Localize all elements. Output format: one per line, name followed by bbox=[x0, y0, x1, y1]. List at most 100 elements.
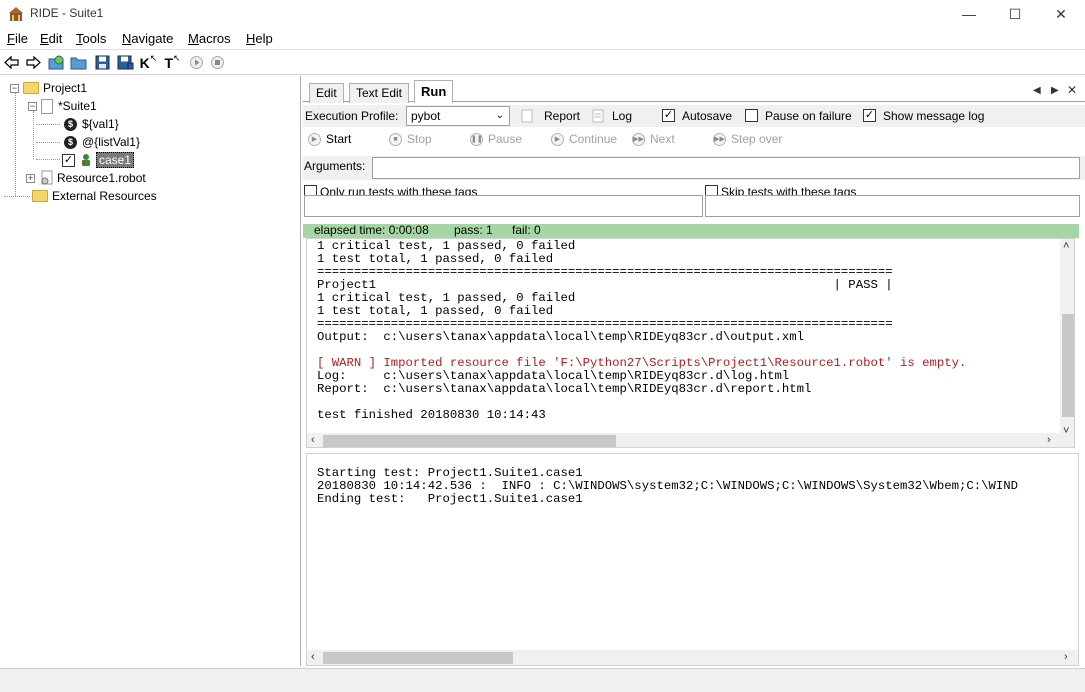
test-tree-panel: − Project1 − *Suite1 $ ${val1} $ @{listV… bbox=[0, 76, 301, 666]
autosave-label: Autosave bbox=[682, 109, 733, 123]
tab-run[interactable]: Run bbox=[414, 80, 454, 103]
stop-icon: ■ bbox=[389, 132, 402, 146]
editor-panel: Edit Text Edit Run ◀ ▶ ✕ Execution Profi… bbox=[303, 76, 1085, 666]
collapse-icon[interactable]: − bbox=[28, 101, 37, 111]
scroll-right-icon[interactable]: › bbox=[1064, 650, 1068, 665]
tree-item-external-resources[interactable]: External Resources bbox=[32, 187, 157, 205]
next-button[interactable]: ▶▶ Next bbox=[632, 132, 675, 146]
tab-edit[interactable]: Edit bbox=[309, 83, 344, 103]
arguments-label: Arguments: bbox=[304, 159, 366, 173]
maximize-button[interactable]: ☐ bbox=[992, 2, 1038, 26]
include-tags-input[interactable] bbox=[304, 195, 703, 217]
console-vertical-scrollbar[interactable]: ˄ bbox=[1060, 239, 1074, 433]
exclude-tags-input[interactable] bbox=[705, 195, 1080, 217]
tab-next-icon[interactable]: ▶ bbox=[1051, 85, 1059, 96]
message-log-horizontal-scrollbar[interactable]: ‹ › bbox=[307, 650, 1078, 665]
tab-text-edit[interactable]: Text Edit bbox=[349, 83, 410, 103]
menu-macros[interactable]: Macros bbox=[188, 31, 231, 46]
tree-item-label: Resource1.robot bbox=[57, 171, 146, 185]
tree-item-project[interactable]: − Project1 bbox=[10, 79, 87, 97]
run-controls: ▶ Start ■ Stop ❚❚ Pause ▶ Continue ▶▶ Next ▶▶… bbox=[303, 129, 1085, 151]
tags-inputs bbox=[303, 195, 1085, 217]
message-log-text: Starting test: Project1.Suite1.case1 201… bbox=[317, 466, 1019, 506]
test-checkbox[interactable]: ✓ bbox=[62, 153, 75, 167]
back-arrow-icon[interactable] bbox=[3, 54, 20, 71]
menu-tools[interactable]: Tools bbox=[76, 31, 106, 46]
scroll-down-icon[interactable]: ˅ bbox=[1063, 424, 1069, 439]
tree-item-list-variable[interactable]: $ @{listVal1} bbox=[64, 133, 140, 151]
console-horizontal-scrollbar[interactable]: ‹ › bbox=[307, 433, 1060, 447]
tree-line bbox=[33, 111, 34, 159]
tree-line bbox=[36, 142, 60, 143]
resource-file-icon bbox=[41, 170, 53, 185]
tree-item-label: case1 bbox=[96, 152, 135, 168]
tree-line bbox=[4, 196, 30, 197]
menu-bar: File Edit Tools Navigate Macros Help bbox=[0, 28, 1085, 48]
minimize-button[interactable]: — bbox=[946, 2, 992, 26]
arguments-row: Arguments: bbox=[303, 156, 1085, 180]
elapsed-time: elapsed time: 0:00:08 bbox=[314, 223, 429, 237]
collapse-icon[interactable]: − bbox=[10, 83, 19, 93]
open-directory-icon[interactable] bbox=[70, 54, 87, 71]
tree-item-testcase[interactable]: ✓ case1 bbox=[62, 151, 135, 169]
scroll-thumb[interactable] bbox=[323, 652, 513, 664]
pause-on-failure-checkbox[interactable] bbox=[745, 109, 758, 122]
scroll-left-icon[interactable]: ‹ bbox=[311, 650, 315, 665]
report-button[interactable]: Report bbox=[544, 109, 580, 123]
run-icon[interactable] bbox=[188, 54, 205, 71]
scroll-up-icon[interactable]: ˄ bbox=[1063, 239, 1069, 254]
continue-button[interactable]: ▶ Continue bbox=[551, 132, 617, 146]
arguments-input[interactable] bbox=[372, 157, 1080, 179]
search-keywords-icon[interactable]: K ↖ bbox=[140, 53, 158, 71]
tab-close-icon[interactable]: ✕ bbox=[1067, 83, 1077, 97]
step-over-button[interactable]: ▶▶ Step over bbox=[713, 132, 782, 146]
menu-help[interactable]: Help bbox=[246, 31, 273, 46]
report-icon bbox=[521, 109, 533, 123]
save-icon[interactable] bbox=[94, 54, 111, 71]
step-over-icon: ▶▶ bbox=[713, 132, 726, 146]
folder-icon bbox=[32, 190, 48, 202]
tree-item-resource[interactable]: + Resource1.robot bbox=[26, 169, 146, 187]
open-suite-icon[interactable] bbox=[48, 54, 65, 71]
scroll-left-icon[interactable]: ‹ bbox=[311, 433, 315, 447]
scroll-right-icon[interactable]: › bbox=[1047, 433, 1051, 447]
play-icon: ▶ bbox=[308, 132, 321, 146]
chevron-down-icon: ⌄ bbox=[495, 110, 504, 121]
close-button[interactable]: ✕ bbox=[1038, 2, 1084, 26]
log-button[interactable]: Log bbox=[612, 109, 632, 123]
tree-item-label: External Resources bbox=[52, 189, 157, 203]
menu-file[interactable]: File bbox=[7, 31, 28, 46]
tree-item-variable[interactable]: $ ${val1} bbox=[64, 115, 119, 133]
ride-app-icon bbox=[9, 7, 23, 21]
scroll-thumb[interactable] bbox=[1062, 314, 1074, 417]
autosave-checkbox[interactable]: ✓ bbox=[662, 109, 675, 122]
tree-item-suite[interactable]: − *Suite1 bbox=[28, 97, 97, 115]
tree-item-label: *Suite1 bbox=[58, 99, 97, 113]
save-all-icon[interactable] bbox=[117, 54, 134, 71]
show-message-log-checkbox[interactable]: ✓ bbox=[863, 109, 876, 122]
search-tests-icon[interactable]: T ↖ bbox=[164, 53, 181, 71]
pass-count: pass: 1 bbox=[454, 223, 493, 237]
warning-line: [ WARN ] Imported resource file 'F:\Pyth… bbox=[317, 356, 967, 370]
execution-profile-select[interactable]: pybot ⌄ bbox=[406, 106, 510, 126]
tab-prev-icon[interactable]: ◀ bbox=[1033, 85, 1041, 96]
robot-icon bbox=[82, 154, 90, 166]
fail-count: fail: 0 bbox=[512, 223, 541, 237]
expand-icon[interactable]: + bbox=[26, 173, 35, 183]
stop-button[interactable]: ■ Stop bbox=[389, 132, 432, 146]
stop-icon[interactable] bbox=[209, 54, 226, 71]
forward-arrow-icon[interactable] bbox=[25, 54, 42, 71]
toolbar: K ↖ T ↖ bbox=[0, 49, 1085, 75]
pause-on-failure-label: Pause on failure bbox=[765, 109, 852, 123]
scroll-thumb[interactable] bbox=[323, 435, 616, 447]
menu-edit[interactable]: Edit bbox=[40, 31, 62, 46]
message-log[interactable]: Starting test: Project1.Suite1.case1 201… bbox=[306, 453, 1079, 666]
pause-button[interactable]: ❚❚ Pause bbox=[470, 132, 522, 146]
window-title: RIDE - Suite1 bbox=[30, 6, 104, 20]
console-output[interactable]: 1 critical test, 1 passed, 0 failed 1 te… bbox=[306, 238, 1075, 448]
file-icon bbox=[41, 98, 53, 114]
tree-line bbox=[36, 124, 60, 125]
menu-navigate[interactable]: Navigate bbox=[122, 31, 173, 46]
log-icon bbox=[592, 109, 604, 123]
start-button[interactable]: ▶ Start bbox=[308, 132, 351, 146]
